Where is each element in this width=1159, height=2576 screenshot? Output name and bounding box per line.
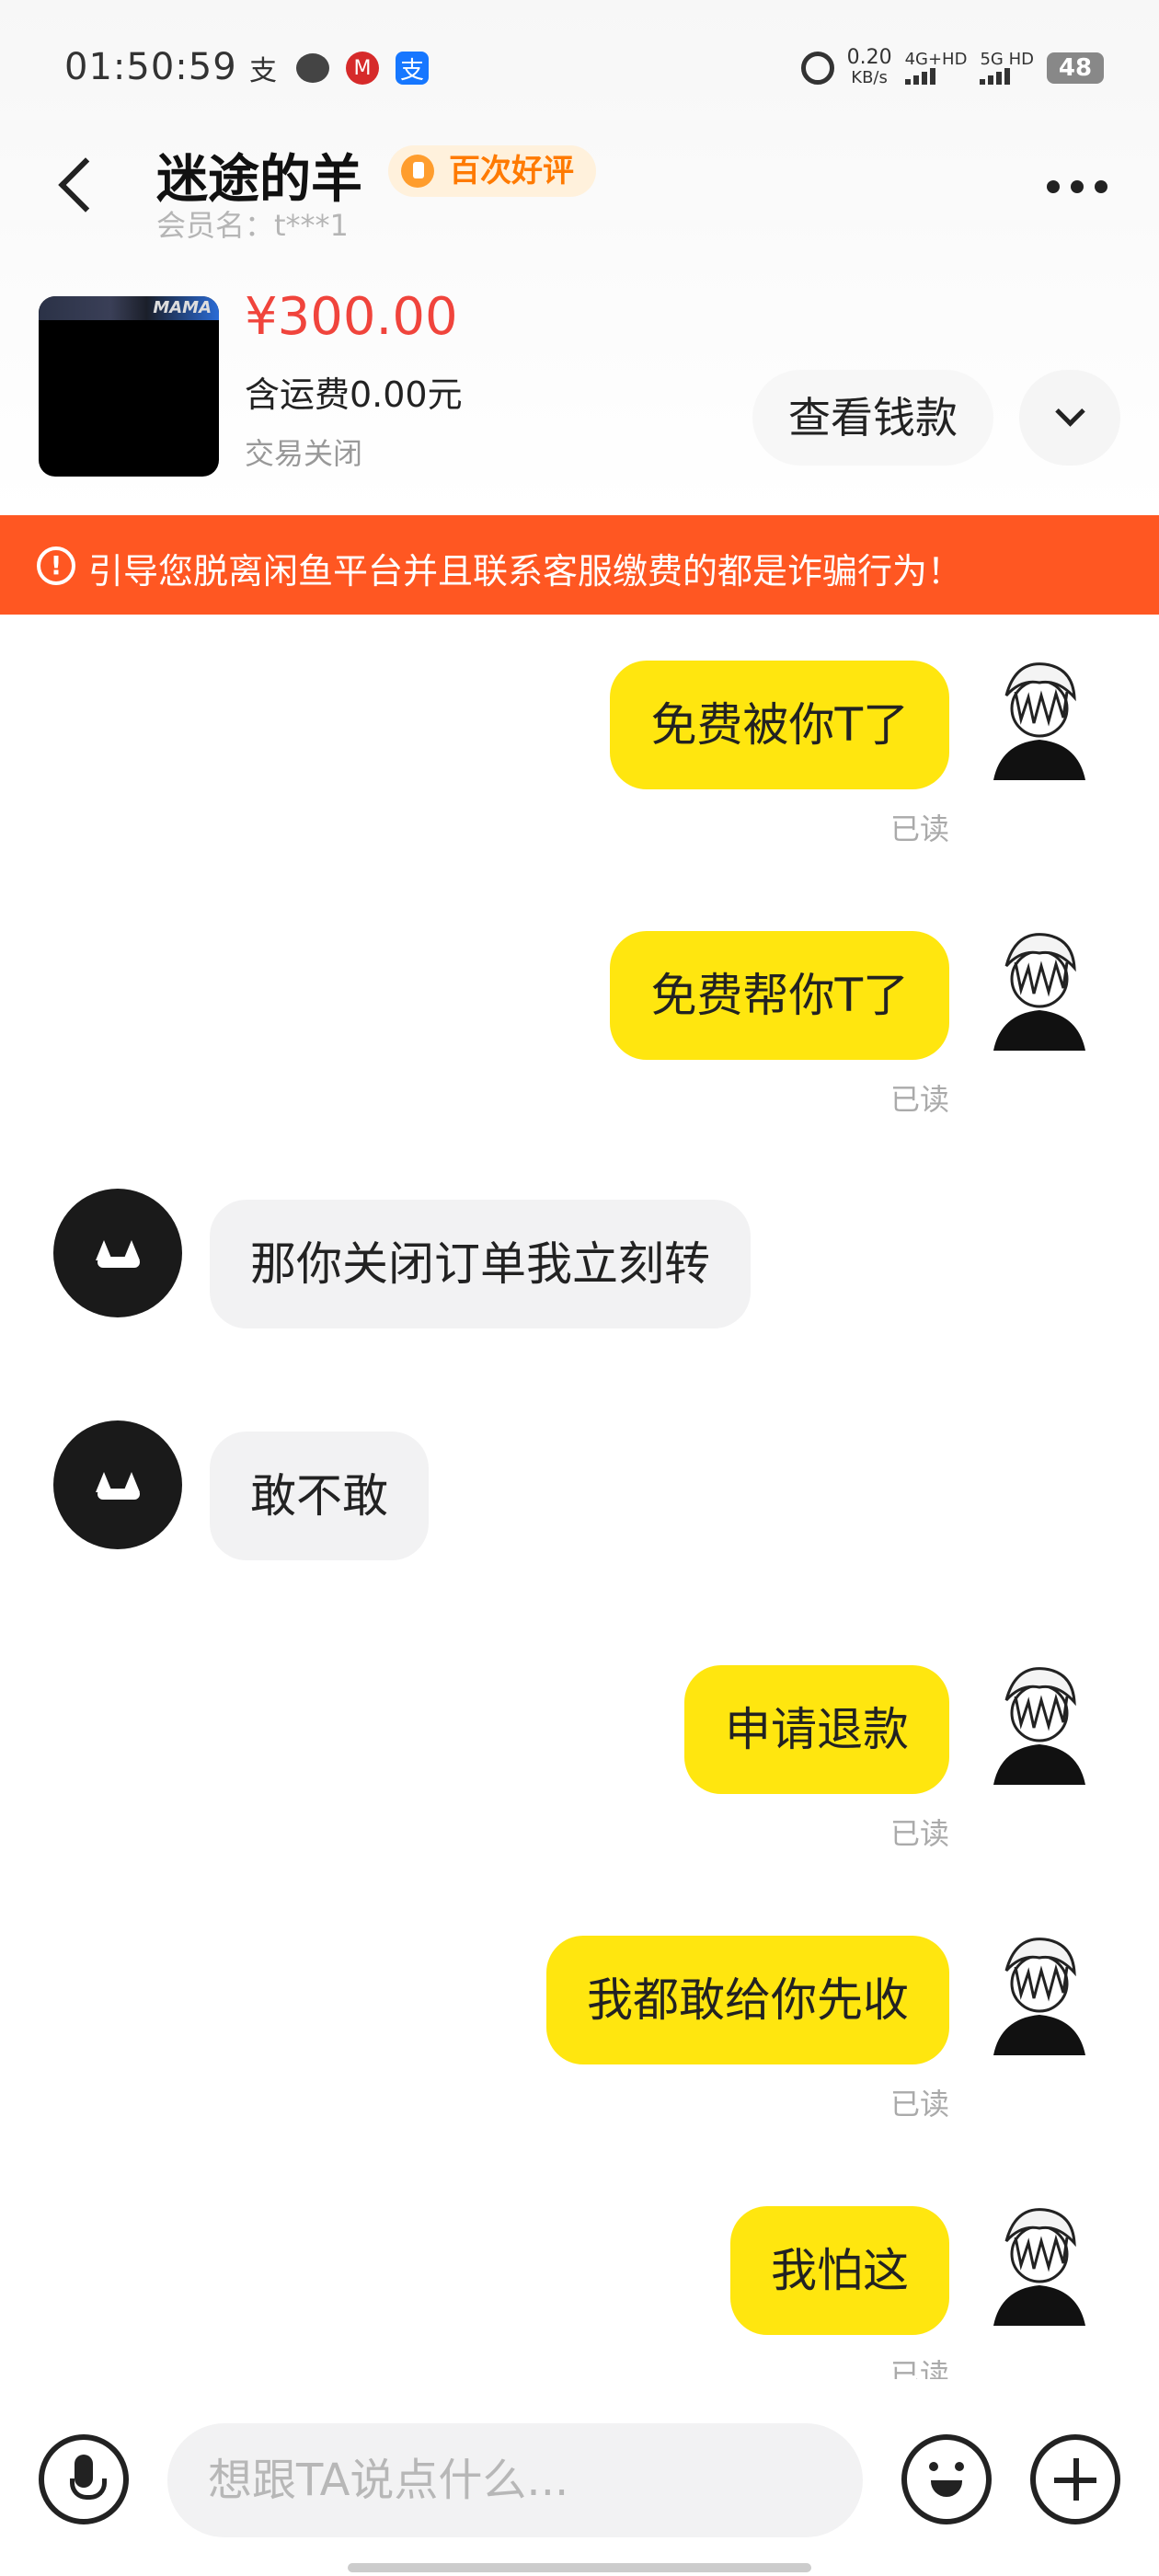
shipping-info: 含运费0.00元: [245, 374, 463, 415]
signal-1: 4G+HD: [904, 50, 968, 85]
anime-boy-avatar-icon: [993, 2208, 1085, 2326]
anime-boy-avatar-icon: [993, 1938, 1085, 2055]
product-thumbnail[interactable]: MAMA: [39, 296, 219, 477]
rating-badge-label: 百次好评: [449, 153, 574, 190]
alipay-outline-icon: 支: [249, 55, 277, 87]
my-avatar[interactable]: [984, 651, 1095, 780]
plus-icon[interactable]: [1030, 2434, 1120, 2524]
seller-avatar[interactable]: [53, 1420, 182, 1549]
cat-face: [98, 1257, 140, 1268]
thumbnail-text: MAMA: [153, 298, 212, 317]
thumbs-up-icon: [401, 155, 434, 188]
network-label-2: 5G HD: [980, 50, 1034, 69]
view-payment-button[interactable]: 查看钱款: [752, 370, 993, 466]
status-right: 0.20 KB/s 4G+HD 5G HD 48: [800, 48, 1104, 88]
home-indicator[interactable]: [348, 2563, 811, 2572]
message-bubble-mine[interactable]: 我怕这: [730, 2206, 949, 2335]
network-label-1: 4G+HD: [904, 50, 968, 69]
signal-2: 5G HD: [980, 52, 1034, 85]
warning-icon: !: [37, 546, 75, 585]
alarm-icon: [800, 52, 834, 85]
net-speed-value: 0.20: [846, 46, 892, 69]
read-status: 已读: [889, 1082, 949, 1117]
anime-boy-avatar-icon: [993, 1667, 1085, 1785]
fraud-warning-text: 引导您脱离闲鱼平台并且联系客服缴费的都是诈骗行为！: [88, 551, 963, 592]
rating-badge: 百次好评: [388, 145, 596, 197]
bank-icon: M: [346, 52, 379, 85]
my-avatar[interactable]: [984, 1926, 1095, 2055]
read-status: 已读: [889, 2087, 949, 2122]
anime-boy-avatar-icon: [993, 933, 1085, 1051]
member-name: 会员名：t***1: [156, 208, 349, 243]
read-status: 已读: [889, 2357, 949, 2379]
status-bar: 01:50:59 支 M 支 0.20 KB/s 4G+HD 5G HD 48: [0, 37, 1159, 101]
emoji-icon[interactable]: [901, 2434, 992, 2524]
message-bubble-theirs[interactable]: 敢不敢: [210, 1432, 429, 1560]
my-avatar[interactable]: [984, 2197, 1095, 2326]
anime-boy-avatar-icon: [993, 662, 1085, 780]
read-status: 已读: [889, 1816, 949, 1851]
chevron-down-icon[interactable]: [1019, 370, 1120, 466]
message-input[interactable]: [167, 2423, 863, 2537]
message-bubble-mine[interactable]: 免费帮你T了: [610, 931, 949, 1060]
my-avatar[interactable]: [984, 1656, 1095, 1785]
notification-icons: 支 M 支: [247, 52, 429, 87]
cat-face: [98, 1489, 140, 1500]
message-icon: [296, 53, 329, 83]
message-bubble-mine[interactable]: 申请退款: [684, 1665, 949, 1794]
read-status: 已读: [889, 811, 949, 846]
signal-bars-icon: [980, 68, 1034, 85]
signal-bars-icon: [904, 68, 968, 85]
more-options-icon[interactable]: [1047, 180, 1107, 193]
battery-indicator: 48: [1047, 52, 1104, 84]
back-icon[interactable]: [57, 158, 103, 213]
product-price: ¥300.00: [245, 287, 458, 347]
message-bubble-mine[interactable]: 我都敢给你先收: [546, 1936, 949, 2064]
trade-status: 交易关闭: [245, 436, 363, 471]
net-speed: 0.20 KB/s: [847, 48, 892, 88]
net-speed-unit: KB/s: [851, 68, 888, 87]
my-avatar[interactable]: [984, 922, 1095, 1051]
message-bubble-theirs[interactable]: 那你关闭订单我立刻转: [210, 1200, 751, 1328]
microphone-icon[interactable]: [39, 2434, 129, 2524]
status-time: 01:50:59: [64, 46, 237, 88]
seller-name[interactable]: 迷途的羊: [156, 138, 362, 213]
seller-avatar[interactable]: [53, 1189, 182, 1317]
message-bubble-mine[interactable]: 免费被你T了: [610, 661, 949, 789]
alipay-icon: 支: [396, 52, 429, 85]
